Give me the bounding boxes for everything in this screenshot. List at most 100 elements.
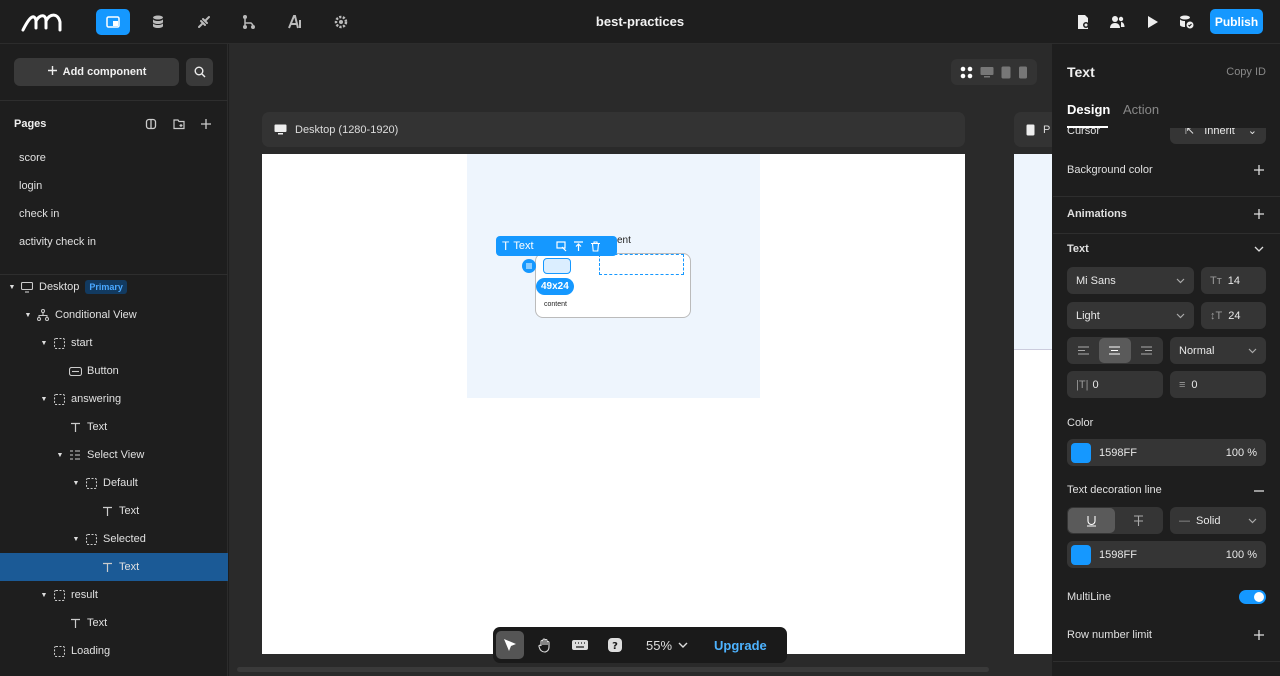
content-text[interactable]: content [544,301,567,308]
strikethrough-icon[interactable] [1115,508,1162,533]
layer-item[interactable]: ▼ Default [0,469,228,497]
add-animation-icon[interactable] [1252,207,1266,221]
remove-decoration-icon[interactable] [1252,484,1266,498]
expand-arrow-icon[interactable]: ▼ [40,396,48,403]
expand-arrow-icon[interactable]: ▼ [72,480,80,487]
layer-item[interactable]: ▼ start [0,329,228,357]
left-panel: Add component Pages score login check in… [0,44,228,676]
canvas[interactable]: Desktop (1280-1920) P ent T Text 49x24 c… [229,44,1052,676]
expand-arrow-icon[interactable]: ▼ [40,592,48,599]
decoration-color-input[interactable]: 1598FF 100 % [1067,541,1266,568]
tablet-container-area[interactable] [1014,154,1052,350]
add-background-icon[interactable] [1252,163,1266,177]
align-center-icon[interactable] [1099,338,1131,363]
upgrade-link[interactable]: Upgrade [714,638,767,653]
delete-icon[interactable] [590,240,601,252]
layer-item[interactable]: Text [0,553,228,581]
tab-action[interactable]: Action [1123,102,1159,117]
layer-item[interactable]: Loading [0,637,228,665]
chevron-down-icon [678,642,688,648]
tablet-frame-header[interactable]: P [1014,112,1052,147]
decoration-style-select[interactable]: — Solid [1170,507,1266,534]
cursor-icon [504,639,516,651]
font-size-value: 14 [1227,274,1241,287]
list-handle-icon[interactable] [522,259,536,273]
page-item-check-in[interactable]: check in [19,208,59,220]
users-icon[interactable] [1100,9,1134,35]
underline-icon[interactable] [1068,508,1115,533]
keyboard-shortcuts[interactable] [566,631,594,659]
color-input[interactable]: 1598FF 100 % [1067,439,1266,466]
tablet-frame[interactable] [1014,154,1052,654]
page-item-activity-check-in[interactable]: activity check in [19,236,96,248]
expand-arrow-icon[interactable]: ▼ [24,312,32,319]
layer-item[interactable]: Text [0,497,228,525]
layer-item[interactable]: ▼ Conditional View [0,301,228,329]
paragraph-spacing-value: 0 [1191,378,1198,391]
file-settings-icon[interactable] [1066,9,1100,35]
multiline-toggle[interactable] [1239,590,1266,604]
selection-outline[interactable] [599,254,684,275]
paragraph-spacing-input[interactable]: ≡ 0 [1170,371,1266,398]
layer-item[interactable]: ▼ Selected [0,525,228,553]
publish-button[interactable]: Publish [1210,9,1263,34]
zoom-value: 55% [646,637,673,653]
add-row-limit-icon[interactable] [1252,628,1266,642]
text-icon [68,420,82,434]
expand-arrow-icon[interactable]: ▼ [8,284,16,291]
font-family-select[interactable]: Mi Sans [1067,267,1194,294]
align-left-icon[interactable] [1068,338,1099,363]
text-transform-value: Normal [1179,344,1215,357]
expand-arrow-icon[interactable]: ▼ [40,340,48,347]
tab-design[interactable]: Design [1067,102,1110,117]
layer-item[interactable]: Text [0,609,228,637]
layer-item[interactable]: Button [0,357,228,385]
decoration-opacity: 100 % [1225,548,1257,561]
color-swatch[interactable] [1071,442,1091,463]
layer-item[interactable]: Text [0,413,228,441]
device-label-2: P [1043,123,1051,136]
page-item-score[interactable]: score [19,152,46,164]
layer-item[interactable]: ▼ result [0,581,228,609]
text-element[interactable]: ent [617,235,631,246]
cursor-select[interactable]: ⇱ Inherit ⌄ [1170,128,1266,144]
line-height-input[interactable]: ↕T 24 [1201,302,1266,329]
play-icon[interactable] [1135,9,1169,35]
expand-arrow-icon[interactable]: ▼ [72,536,80,543]
view-toggle[interactable] [951,59,1037,85]
text-toolbar[interactable]: T Text [496,236,617,256]
copy-id-button[interactable]: Copy ID [1226,66,1266,78]
search-button[interactable] [186,58,213,86]
add-folder-icon[interactable] [172,117,186,131]
select-parent-icon[interactable] [555,240,567,252]
desktop-frame[interactable]: ent T Text 49x24 content [262,154,965,654]
button-preview[interactable] [543,258,571,274]
font-weight-select[interactable]: Light [1067,302,1194,329]
help-button[interactable]: ? [601,631,629,659]
zoom-dropdown[interactable]: 55% [646,638,688,653]
layer-label: Selected [103,533,146,545]
decoration-color-swatch[interactable] [1071,544,1091,565]
pointer-tool[interactable] [496,631,524,659]
add-page-icon[interactable] [199,117,213,131]
text-transform-select[interactable]: Normal [1170,337,1266,364]
layer-item[interactable]: ▼ answering [0,385,228,413]
page-folder-icon[interactable] [144,117,158,131]
font-size-input[interactable]: Tт 14 [1201,267,1266,294]
letter-spacing-input[interactable]: |T| 0 [1067,371,1163,398]
decoration-type-group [1067,507,1163,534]
expand-arrow-icon[interactable]: ▼ [56,452,64,459]
layer-item[interactable]: ▼ Select View [0,441,228,469]
layer-label: Text [87,421,108,433]
add-component-button[interactable]: Add component [14,58,179,86]
page-item-login[interactable]: login [19,180,42,192]
align-right-icon[interactable] [1131,338,1162,363]
desktop-frame-header[interactable]: Desktop (1280-1920) [262,112,965,147]
tablet-view-icon [1001,66,1011,78]
hand-tool[interactable] [531,631,559,659]
chevron-down-icon[interactable] [1252,242,1266,256]
horizontal-scrollbar[interactable] [237,667,989,672]
database-check-icon[interactable] [1169,9,1203,35]
layer-item[interactable]: ▼ Desktop Primary [0,273,228,301]
move-up-icon[interactable] [573,240,584,252]
